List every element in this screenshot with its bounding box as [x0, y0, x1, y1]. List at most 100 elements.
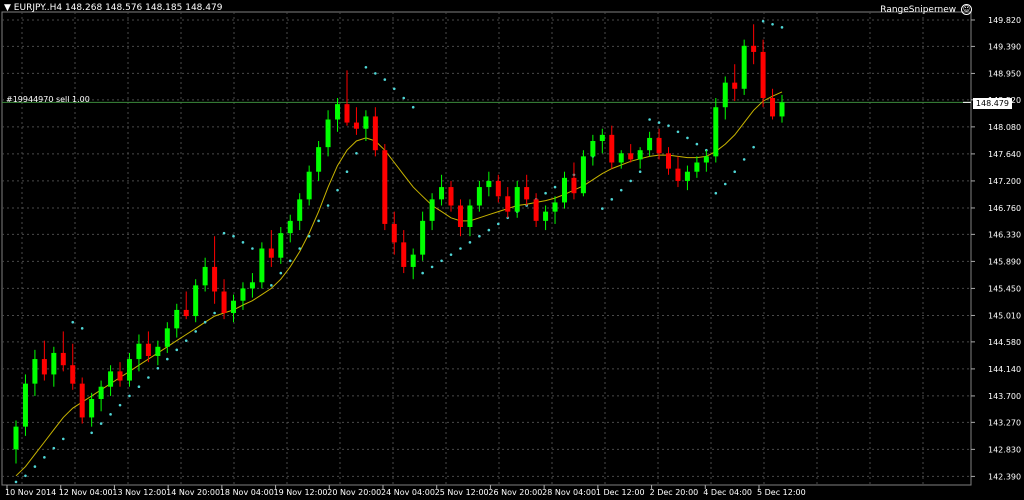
bear-candle — [382, 150, 388, 224]
sar-dot — [780, 26, 784, 29]
x-tick-label: 24 Nov 04:00 — [381, 488, 435, 497]
bull-candle — [249, 282, 255, 289]
y-tick-label: 147.640 — [988, 150, 1021, 159]
bull-candle — [287, 220, 293, 234]
bear-candle — [60, 352, 66, 366]
sar-dot — [345, 170, 349, 174]
sar-dot — [411, 105, 415, 109]
sar-dot — [14, 480, 18, 484]
x-tick-label: 25 Nov 12:00 — [435, 488, 489, 497]
bear-candle — [448, 187, 454, 206]
bear-candle — [751, 45, 757, 52]
sar-dot — [137, 385, 141, 389]
bull-candle — [297, 199, 303, 221]
x-tick-label: 14 Nov 20:00 — [166, 488, 220, 497]
y-tick-label: 145.450 — [988, 284, 1021, 293]
sar-dot — [80, 327, 84, 330]
x-tick-label: 10 Nov 2014 — [5, 488, 56, 497]
sar-dot — [752, 145, 755, 149]
sar-dot — [251, 247, 254, 250]
bull-candle — [108, 371, 114, 387]
sar-dot — [695, 142, 699, 146]
dropdown-triangle-icon[interactable]: ▼ — [4, 3, 11, 13]
bull-candle — [155, 346, 161, 356]
bear-candle — [571, 177, 577, 194]
bull-candle — [231, 300, 237, 313]
sar-dot — [270, 284, 273, 287]
moving-average-line — [15, 91, 783, 477]
x-tick-label: 12 Nov 04:00 — [59, 488, 113, 497]
sar-dot — [676, 130, 680, 134]
bull-candle — [363, 116, 369, 129]
sar-dot — [232, 234, 235, 238]
current-price-box: 148.479 — [972, 98, 1012, 109]
sar-dot — [317, 219, 320, 223]
sar-dot — [761, 19, 765, 23]
bear-candle — [457, 205, 463, 227]
bear-candle — [183, 309, 189, 317]
sar-dot — [307, 234, 311, 238]
bull-candle — [543, 211, 549, 221]
sar-dot — [610, 198, 614, 201]
sar-dot — [99, 422, 103, 425]
sar-dot — [336, 188, 339, 192]
y-tick-label: 147.200 — [988, 177, 1021, 186]
sar-dot — [288, 259, 292, 263]
bull-candle — [467, 205, 473, 227]
sar-dot — [71, 320, 75, 324]
sar-dot — [374, 72, 377, 75]
bull-candle — [713, 107, 719, 157]
bull-candle — [722, 82, 728, 108]
bear-candle — [79, 383, 85, 418]
bear-candle — [533, 199, 539, 221]
sar-dot — [686, 136, 689, 140]
bear-candle — [524, 187, 530, 200]
bear-candle — [145, 343, 151, 356]
bull-candle — [32, 359, 38, 384]
chart-canvas[interactable]: 149.820149.390148.950148.520148.080147.6… — [0, 0, 1024, 500]
bull-candle — [552, 202, 558, 212]
bull-candle — [514, 187, 520, 212]
x-tick-label: 4 Dec 04:00 — [703, 488, 752, 497]
sar-dot — [544, 191, 547, 195]
sar-dot — [222, 231, 226, 235]
sar-dot — [213, 311, 216, 315]
bull-candle — [240, 288, 246, 301]
bull-candle — [316, 147, 322, 172]
sar-dot — [128, 394, 131, 398]
order-label[interactable]: #19944970 sell 1.00 — [6, 95, 90, 104]
sar-dot — [203, 320, 207, 324]
sar-dot — [326, 204, 330, 207]
bull-candle — [599, 134, 605, 141]
bear-candle — [268, 248, 274, 258]
sar-dot — [383, 78, 387, 81]
x-tick-label: 20 Nov 20:00 — [327, 488, 381, 497]
y-tick-label: 144.140 — [988, 365, 1021, 374]
y-tick-label: 146.760 — [988, 204, 1021, 213]
sar-dot — [109, 413, 112, 416]
x-tick-label: 1 Dec 12:00 — [596, 488, 645, 497]
y-tick-label: 145.890 — [988, 257, 1021, 266]
bear-candle — [770, 98, 776, 117]
bull-candle — [420, 220, 426, 255]
symbol-header: ▼ EURJPY..H4 148.268 148.576 148.185 148… — [4, 3, 222, 13]
bear-candle — [221, 291, 227, 313]
x-tick-label: 19 Nov 12:00 — [274, 488, 328, 497]
symbol-name: EURJPY..H4 — [13, 3, 63, 13]
sar-dot — [619, 188, 623, 192]
bull-candle — [278, 233, 284, 258]
indicator-name: RangeSnipernew — [880, 5, 957, 15]
x-tick-label: 2 Dec 20:00 — [650, 488, 699, 497]
bear-candle — [372, 116, 378, 151]
bull-candle — [51, 352, 57, 375]
bull-candle — [126, 359, 132, 381]
y-tick-label: 143.700 — [988, 392, 1021, 401]
trading-chart[interactable]: 149.820149.390148.950148.520148.080147.6… — [0, 0, 1024, 500]
bull-candle — [335, 104, 341, 120]
sar-dot — [33, 465, 37, 468]
y-tick-label: 143.270 — [988, 418, 1021, 427]
sar-dot — [553, 185, 557, 189]
bull-candle — [13, 426, 19, 450]
bull-candle — [561, 177, 567, 203]
y-tick-label: 148.950 — [988, 69, 1021, 78]
